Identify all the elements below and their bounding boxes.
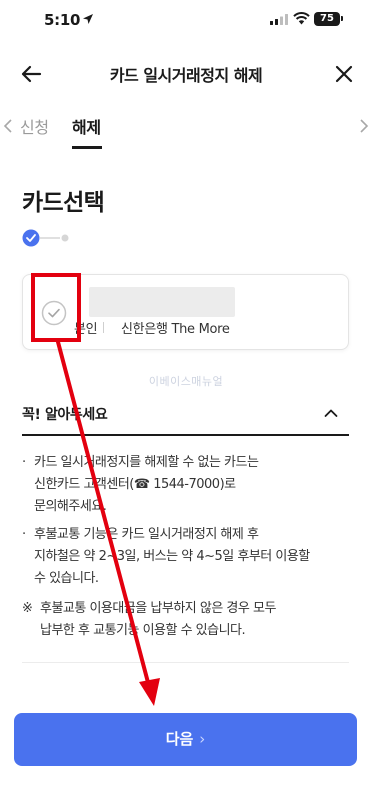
status-time: 5:10	[44, 11, 81, 29]
chevron-left-icon[interactable]	[2, 118, 14, 134]
card-name-label: 신한은행 The More	[121, 322, 230, 337]
notice-line: 문의해주세요.	[34, 499, 107, 514]
step-indicator	[22, 229, 69, 247]
cellular-signal-icon	[270, 14, 288, 25]
notice-accordion-header[interactable]: 꼭! 알아두세요	[22, 396, 349, 436]
notice-line: 후불교통 기능은 카드 일시거래정지 해제 후	[34, 527, 259, 542]
section-title: 카드선택	[22, 190, 105, 216]
active-tab-indicator	[72, 146, 102, 149]
tab-apply[interactable]: 신청	[20, 114, 49, 138]
divider	[103, 322, 104, 333]
next-button-label: 다음	[165, 730, 194, 748]
chevron-right-icon: ›	[199, 730, 206, 748]
chevron-up-icon[interactable]	[324, 408, 338, 418]
card-image-placeholder	[89, 287, 235, 317]
annotation-highlight-box	[31, 273, 81, 342]
wifi-icon	[293, 12, 310, 25]
battery-indicator: 75	[314, 12, 340, 26]
chevron-right-icon[interactable]	[358, 118, 370, 134]
bullet: ·	[22, 455, 26, 470]
tab-bar: 신청 해제	[0, 106, 372, 150]
notice-line: 납부한 후 교통기능 이용할 수 있습니다.	[40, 623, 246, 638]
close-icon[interactable]	[334, 64, 354, 84]
page-title: 카드 일시거래정지 해제	[109, 66, 263, 85]
notice-line: 지하철은 약 2~3일, 버스는 약 4~5일 후부터 이용할	[34, 549, 310, 564]
notice-line: 카드 일시거래정지를 해제할 수 없는 카드는	[34, 455, 259, 470]
battery-cap	[341, 16, 343, 21]
notice-line: 수 있습니다.	[34, 571, 99, 586]
status-bar: 5:10 75	[0, 0, 372, 40]
notice-line: 후불교통 이용대금을 납부하지 않은 경우 모두	[40, 601, 276, 616]
header: 카드 일시거래정지 해제	[0, 52, 372, 96]
bullet: ·	[22, 527, 26, 542]
notice-line: 신한카드 고객센터(☎ 1544-7000)로	[34, 477, 236, 492]
location-arrow-icon	[83, 14, 93, 24]
watermark-text: 이베이스매뉴얼	[148, 375, 224, 388]
bullet: ※	[22, 601, 33, 616]
tab-release[interactable]: 해제	[72, 114, 101, 138]
next-button[interactable]: 다음 ›	[14, 713, 357, 766]
notice-title: 꼭! 알아두세요	[22, 407, 108, 423]
divider	[22, 662, 349, 663]
